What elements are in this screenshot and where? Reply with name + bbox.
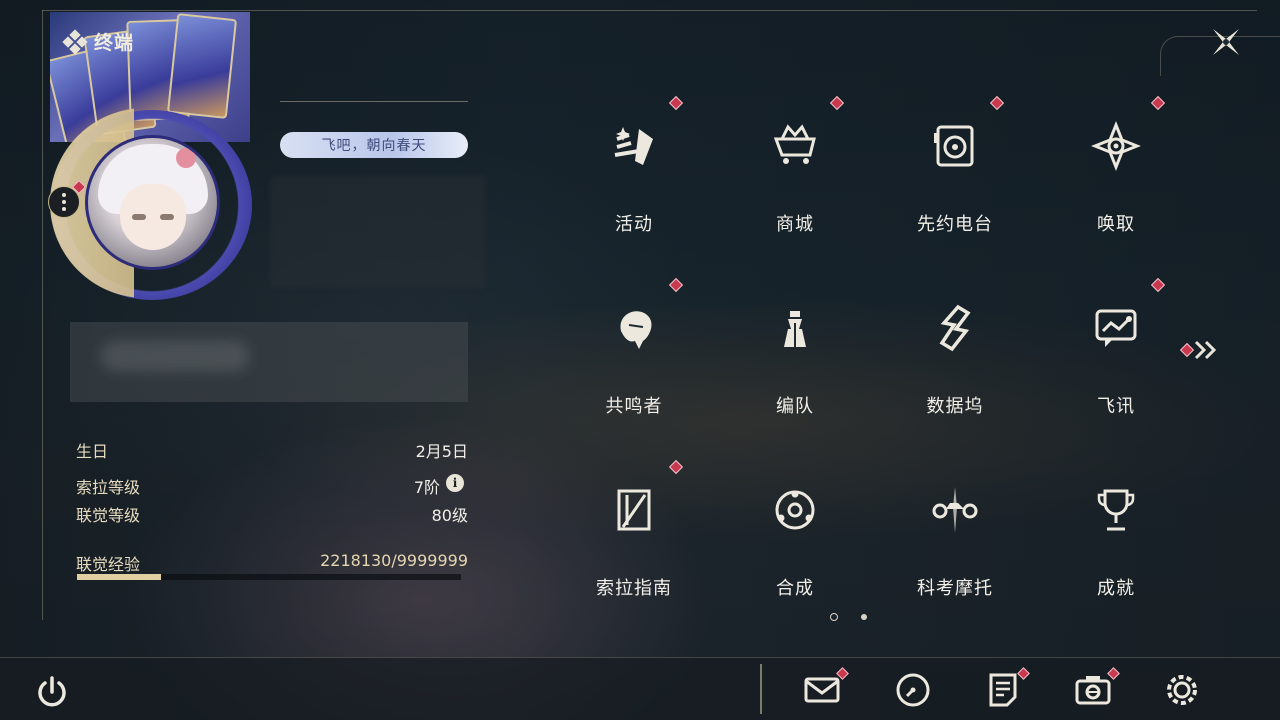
menu-item-label: 共鸣者	[605, 396, 663, 417]
menu-item-resonator[interactable]: 共鸣者	[584, 278, 684, 428]
shop-icon	[765, 116, 825, 176]
signature-text: 飞吧，朝向春天	[321, 138, 427, 154]
menu-item-guidebook[interactable]: 索拉指南	[584, 460, 684, 610]
motorbike-icon	[925, 480, 985, 540]
menu-item-label: 编队	[776, 396, 814, 417]
menu-item-label: 活动	[615, 214, 653, 235]
avatar[interactable]	[85, 135, 220, 270]
union-level-value: 80级	[431, 506, 468, 525]
menu-item-label: 先约电台	[917, 214, 993, 235]
info-icon[interactable]: i	[446, 474, 464, 492]
frame-line-left	[42, 10, 43, 620]
team-icon	[765, 298, 825, 358]
message-icon	[1086, 298, 1146, 358]
terminal-icon	[62, 28, 88, 55]
birthday-label: 生日	[76, 442, 109, 461]
menu-item-label: 成就	[1097, 578, 1135, 599]
close-button[interactable]	[1208, 24, 1244, 60]
achievement-icon	[1086, 480, 1146, 540]
menu-item-shop[interactable]: 商城	[745, 96, 845, 246]
clock-button[interactable]	[893, 670, 933, 710]
guidebook-icon	[604, 480, 664, 540]
menu-item-motorbike[interactable]: 科考摩托	[905, 460, 1005, 610]
camera-icon	[1075, 676, 1111, 705]
menu-item-label: 合成	[776, 578, 814, 599]
menu-item-synthesis[interactable]: 合成	[745, 460, 845, 610]
notice-button[interactable]	[983, 670, 1023, 710]
close-icon	[1213, 29, 1239, 55]
mail-button[interactable]	[802, 670, 842, 710]
exp-progress-fill	[77, 574, 162, 580]
exp-value: 2218130/9999999	[320, 551, 468, 570]
notice-icon	[989, 673, 1017, 707]
exp-progress-bar	[77, 574, 461, 580]
menu-item-label: 飞讯	[1097, 396, 1135, 417]
union-level-label: 联觉等级	[76, 506, 141, 525]
menu-item-achievement[interactable]: 成就	[1066, 460, 1166, 610]
menu-item-label: 索拉指南	[596, 578, 672, 599]
sol-rank-label: 索拉等级	[76, 478, 141, 497]
menu-item-label: 数据坞	[926, 396, 984, 417]
sol-rank-value: 7阶	[413, 478, 440, 497]
exp-label: 联觉经验	[76, 555, 141, 574]
signature-badge: 飞吧，朝向春天	[280, 132, 468, 158]
menu-item-databank[interactable]: 数据坞	[905, 278, 1005, 428]
camera-button[interactable]	[1073, 670, 1113, 710]
radio-icon	[925, 116, 985, 176]
page-indicator-1[interactable]	[830, 613, 838, 621]
page-title: 终端	[94, 32, 135, 54]
menu-item-radio[interactable]: 先约电台	[905, 96, 1005, 246]
menu-item-team[interactable]: 编队	[745, 278, 845, 428]
menu-item-convene[interactable]: 唤取	[1066, 96, 1166, 246]
menu-item-message[interactable]: 飞讯	[1066, 278, 1166, 428]
menu-item-label: 科考摩托	[917, 578, 993, 599]
next-page-button[interactable]	[1194, 338, 1224, 362]
page-header: 终端	[62, 28, 135, 55]
clock-icon	[896, 673, 930, 707]
power-icon	[38, 676, 66, 707]
chevron-right-icon	[1194, 340, 1217, 360]
synthesis-icon	[765, 480, 825, 540]
bottom-separator	[760, 664, 762, 714]
player-name-area	[270, 176, 485, 288]
frame-line-top	[42, 10, 1257, 11]
settings-icon	[1167, 675, 1197, 705]
convene-icon	[1086, 116, 1146, 176]
settings-button[interactable]	[1162, 670, 1202, 710]
divider	[280, 101, 468, 102]
databank-icon	[925, 298, 985, 358]
resonator-icon	[604, 298, 664, 358]
menu-item-label: 商城	[776, 214, 814, 235]
event-icon	[604, 116, 664, 176]
menu-item-event[interactable]: 活动	[584, 96, 684, 246]
birthday-value: 2月5日	[415, 442, 468, 461]
menu-item-label: 唤取	[1097, 214, 1135, 235]
mail-icon	[804, 677, 840, 703]
next-page-badge	[1179, 342, 1195, 358]
player-info-panel	[70, 322, 468, 402]
power-button[interactable]	[32, 672, 72, 712]
page-indicator-2[interactable]	[861, 614, 867, 620]
